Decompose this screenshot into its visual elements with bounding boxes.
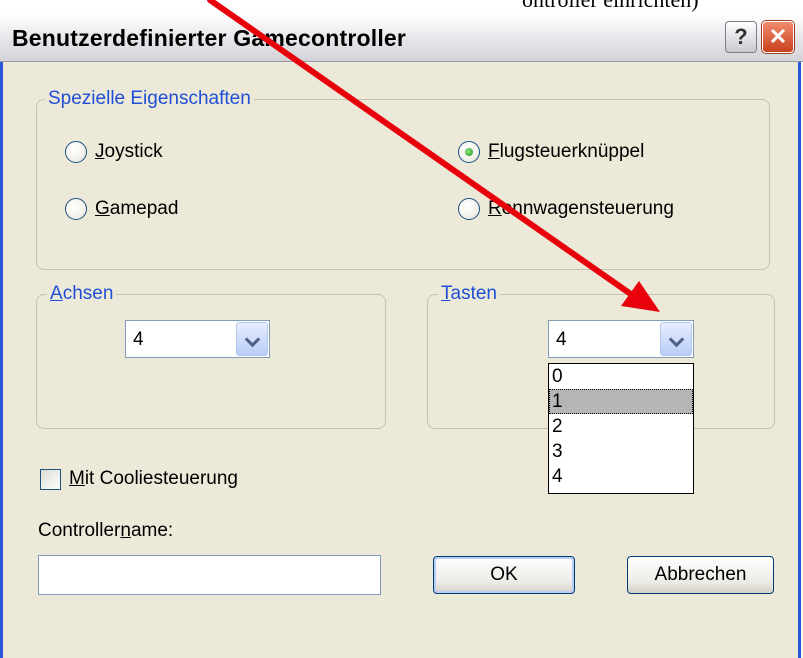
help-button[interactable]: ? xyxy=(725,21,757,53)
radio-gamepad-indicator xyxy=(65,198,87,220)
buttons-combobox[interactable]: 4 xyxy=(548,320,694,358)
axes-value: 4 xyxy=(133,329,144,350)
buttons-chevron-down-icon[interactable] xyxy=(660,322,692,356)
close-button[interactable]: ✕ xyxy=(762,21,794,53)
radio-gamepad-label: amepad xyxy=(109,198,179,219)
page-caption-fragment: ontroller einrichten) xyxy=(0,0,803,14)
radio-joystick-indicator xyxy=(65,141,87,163)
dropdown-option-4[interactable]: 4 xyxy=(549,464,693,489)
dropdown-option-1[interactable]: 1 xyxy=(549,389,693,414)
radio-flight-stick[interactable]: Flugsteuerknüppel xyxy=(458,141,644,163)
axes-legend: Achsen xyxy=(47,283,117,305)
dropdown-option-2[interactable]: 2 xyxy=(549,414,693,439)
coolie-checkbox-box[interactable] xyxy=(40,468,61,490)
buttons-value: 4 xyxy=(556,329,567,350)
dropdown-option-3[interactable]: 3 xyxy=(549,439,693,464)
coolie-checkbox-label: it Cooliesteuerung xyxy=(84,468,238,489)
controller-name-input[interactable] xyxy=(38,555,381,595)
dropdown-option-0[interactable]: 0 xyxy=(549,364,693,389)
help-icon: ? xyxy=(734,24,748,49)
radio-racing-wheel-indicator xyxy=(458,198,480,220)
special-properties-group: Spezielle Eigenschaften xyxy=(36,88,770,270)
radio-flight-stick-label: lugsteuerknüppel xyxy=(499,141,645,162)
special-properties-legend: Spezielle Eigenschaften xyxy=(45,88,254,110)
game-controller-dialog: Benutzerdefinierter Gamecontroller ? ✕ S… xyxy=(0,14,803,658)
radio-flight-stick-indicator xyxy=(458,141,480,163)
ok-button[interactable]: OK xyxy=(433,556,575,594)
radio-racing-wheel-label: ennwagensteuerung xyxy=(501,198,674,219)
coolie-checkbox[interactable]: Mit Cooliesteuerung xyxy=(40,468,238,490)
cancel-button[interactable]: Abbrechen xyxy=(627,556,774,594)
buttons-legend: Tasten xyxy=(438,283,500,305)
controller-name-label: Controllername: xyxy=(38,520,174,541)
window-title: Benutzerdefinierter Gamecontroller xyxy=(12,25,407,51)
radio-gamepad[interactable]: Gamepad xyxy=(65,198,178,220)
radio-joystick-label: oystick xyxy=(104,141,163,162)
buttons-dropdown-list[interactable]: 0 1 2 3 4 xyxy=(548,363,694,494)
title-bar[interactable]: Benutzerdefinierter Gamecontroller ? ✕ xyxy=(0,14,803,62)
close-icon: ✕ xyxy=(768,24,788,49)
axes-combobox[interactable]: 4 xyxy=(125,320,270,358)
axes-group: Achsen xyxy=(36,283,386,429)
radio-joystick[interactable]: Joystick xyxy=(65,141,163,163)
axes-chevron-down-icon[interactable] xyxy=(236,322,268,356)
radio-racing-wheel[interactable]: Rennwagensteuerung xyxy=(458,198,674,220)
